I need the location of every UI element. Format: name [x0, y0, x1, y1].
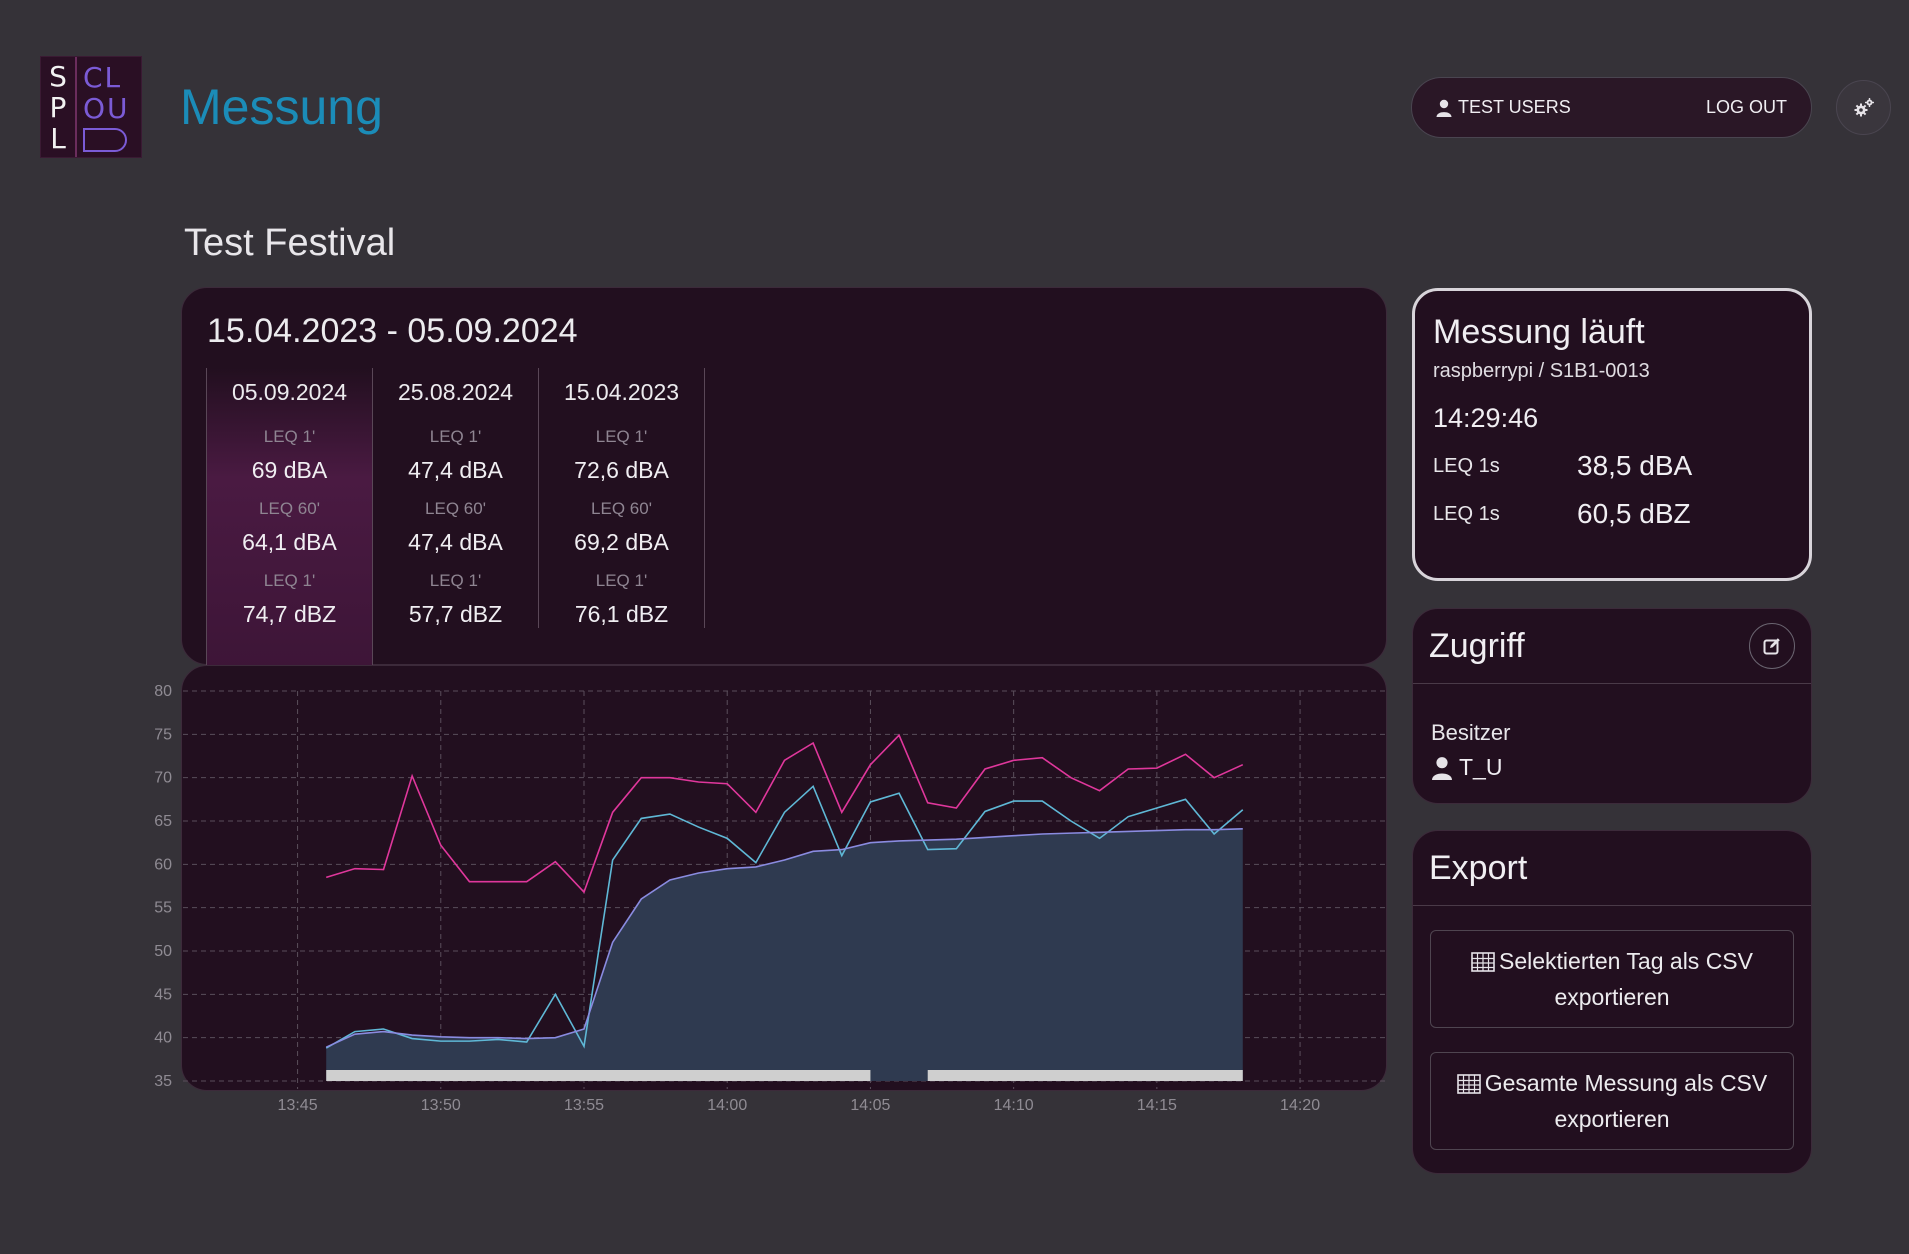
metric-label: LEQ 1' — [263, 571, 316, 590]
owner-name: T_U — [1459, 754, 1503, 780]
export-day-label: Selektierten Tag als CSV exportieren — [1499, 948, 1753, 1010]
export-day-csv-button[interactable]: Selektierten Tag als CSV exportieren — [1430, 930, 1794, 1028]
device-name: raspberrypi / S1B1-0013 — [1433, 360, 1650, 382]
metric-value: 74,7 dBZ — [242, 601, 337, 627]
x-tick-label: 14:15 — [1137, 1097, 1177, 1114]
export-header: Export — [1413, 831, 1811, 906]
day-columns: 05.09.2024 LEQ 1' 69 dBA LEQ 60' 64,1 dB… — [206, 368, 705, 665]
metric-value: 47,4 dBA — [408, 529, 503, 555]
logo-letter: L — [50, 121, 66, 155]
metric-label: LEQ 1' — [429, 427, 482, 446]
metric-value: 64,1 dBA — [242, 529, 337, 555]
date-range: 15.04.2023 - 05.09.2024 — [207, 312, 578, 350]
day-column[interactable]: 05.09.2024 LEQ 1' 69 dBA LEQ 60' 64,1 dB… — [206, 368, 373, 665]
logo-letters-left: S P L — [41, 57, 77, 157]
edit-icon — [1763, 638, 1780, 655]
logo-letter: S — [49, 59, 67, 93]
live-row: LEQ 1s 38,5 dBA — [1433, 450, 1791, 482]
metric-value: 69,2 dBA — [574, 529, 669, 555]
metric-value: 47,4 dBA — [408, 457, 503, 483]
y-tick-label: 50 — [154, 943, 172, 960]
access-card: Zugriff Besitzer T_U — [1412, 608, 1812, 804]
access-header: Zugriff — [1413, 609, 1811, 684]
metric-value: 76,1 dBZ — [574, 601, 669, 627]
gear-icon — [1854, 97, 1874, 116]
x-tick-label: 14:05 — [850, 1097, 890, 1114]
metric-label: LEQ 60' — [425, 499, 486, 518]
x-tick-label: 13:50 — [421, 1097, 461, 1114]
metric-value: 72,6 dBA — [574, 457, 669, 483]
owner-label: Besitzer — [1431, 720, 1511, 745]
y-tick-label: 55 — [154, 900, 172, 917]
metric-label: LEQ 1' — [595, 427, 648, 446]
export-all-label: Gesamte Messung als CSV exportieren — [1484, 1070, 1768, 1132]
metric-value: 57,7 dBZ — [408, 601, 503, 627]
y-tick-label: 60 — [154, 856, 172, 873]
y-tick-label: 75 — [154, 726, 172, 743]
table-icon — [1471, 952, 1495, 972]
day-date: 05.09.2024 — [231, 379, 348, 405]
logo-letters-right: CL OU — [77, 57, 141, 157]
user-label: TEST USERS — [1458, 97, 1571, 117]
days-card: 15.04.2023 - 05.09.2024 05.09.2024 LEQ 1… — [181, 287, 1387, 665]
export-all-csv-button[interactable]: Gesamte Messung als CSV exportieren — [1430, 1052, 1794, 1150]
live-row-value: 38,5 dBA — [1577, 450, 1693, 481]
metric-value: 69 dBA — [251, 457, 328, 483]
page-title: Messung — [180, 79, 383, 135]
owner-value: T_U — [1431, 754, 1811, 781]
y-tick-label: 70 — [154, 770, 172, 787]
logo-letter: CL — [83, 61, 123, 94]
settings-button[interactable] — [1836, 80, 1891, 135]
metric-label: LEQ 60' — [591, 499, 652, 518]
project-title: Test Festival — [184, 222, 396, 264]
user-bar: TEST USERS LOG OUT — [1411, 77, 1812, 138]
live-row-label: LEQ 1s — [1433, 502, 1500, 525]
metric-label: LEQ 1' — [595, 571, 648, 590]
y-tick-label: 65 — [154, 813, 172, 830]
export-card: Export Selektierten Tag als CSV exportie… — [1412, 830, 1812, 1174]
y-tick-label: 80 — [154, 683, 172, 700]
live-row-value: 60,5 dBZ — [1577, 498, 1691, 529]
app-logo: S P L CL OU — [40, 56, 142, 158]
table-icon — [1456, 1074, 1481, 1094]
live-row: LEQ 1s 60,5 dBZ — [1433, 498, 1791, 530]
x-tick-label: 14:20 — [1280, 1097, 1320, 1114]
user-menu[interactable]: TEST USERS — [1436, 97, 1571, 118]
day-column[interactable]: 25.08.2024 LEQ 1' 47,4 dBA LEQ 60' 47,4 … — [372, 368, 539, 628]
live-row-label: LEQ 1s — [1433, 454, 1500, 477]
day-date: 15.04.2023 — [563, 379, 680, 405]
logo-letter: OU — [83, 92, 130, 125]
live-time: 14:29:46 — [1433, 403, 1539, 433]
user-icon — [1436, 99, 1452, 117]
live-title: Messung läuft — [1433, 313, 1645, 351]
logo-letter: P — [49, 90, 67, 124]
y-tick-label: 45 — [154, 986, 172, 1003]
y-tick-label: 35 — [154, 1073, 172, 1090]
x-tick-label: 14:10 — [994, 1097, 1034, 1114]
export-title: Export — [1429, 848, 1528, 887]
metric-label: LEQ 60' — [259, 499, 320, 518]
logo-d-shape — [83, 128, 127, 152]
access-title: Zugriff — [1429, 626, 1525, 665]
edit-access-button[interactable] — [1749, 623, 1795, 669]
user-icon — [1432, 756, 1452, 780]
metric-label: LEQ 1' — [263, 427, 316, 446]
day-column[interactable]: 15.04.2023 LEQ 1' 72,6 dBA LEQ 60' 69,2 … — [538, 368, 705, 628]
x-tick-label: 13:45 — [278, 1097, 318, 1114]
live-measurement-card: Messung läuft raspberrypi / S1B1-0013 14… — [1412, 288, 1812, 581]
day-date: 25.08.2024 — [397, 379, 514, 405]
logout-button[interactable]: LOG OUT — [1706, 97, 1787, 118]
y-tick-label: 40 — [154, 1030, 172, 1047]
x-tick-label: 14:00 — [707, 1097, 747, 1114]
metric-label: LEQ 1' — [429, 571, 482, 590]
chart-card[interactable] — [181, 665, 1387, 1091]
x-tick-label: 13:55 — [564, 1097, 604, 1114]
